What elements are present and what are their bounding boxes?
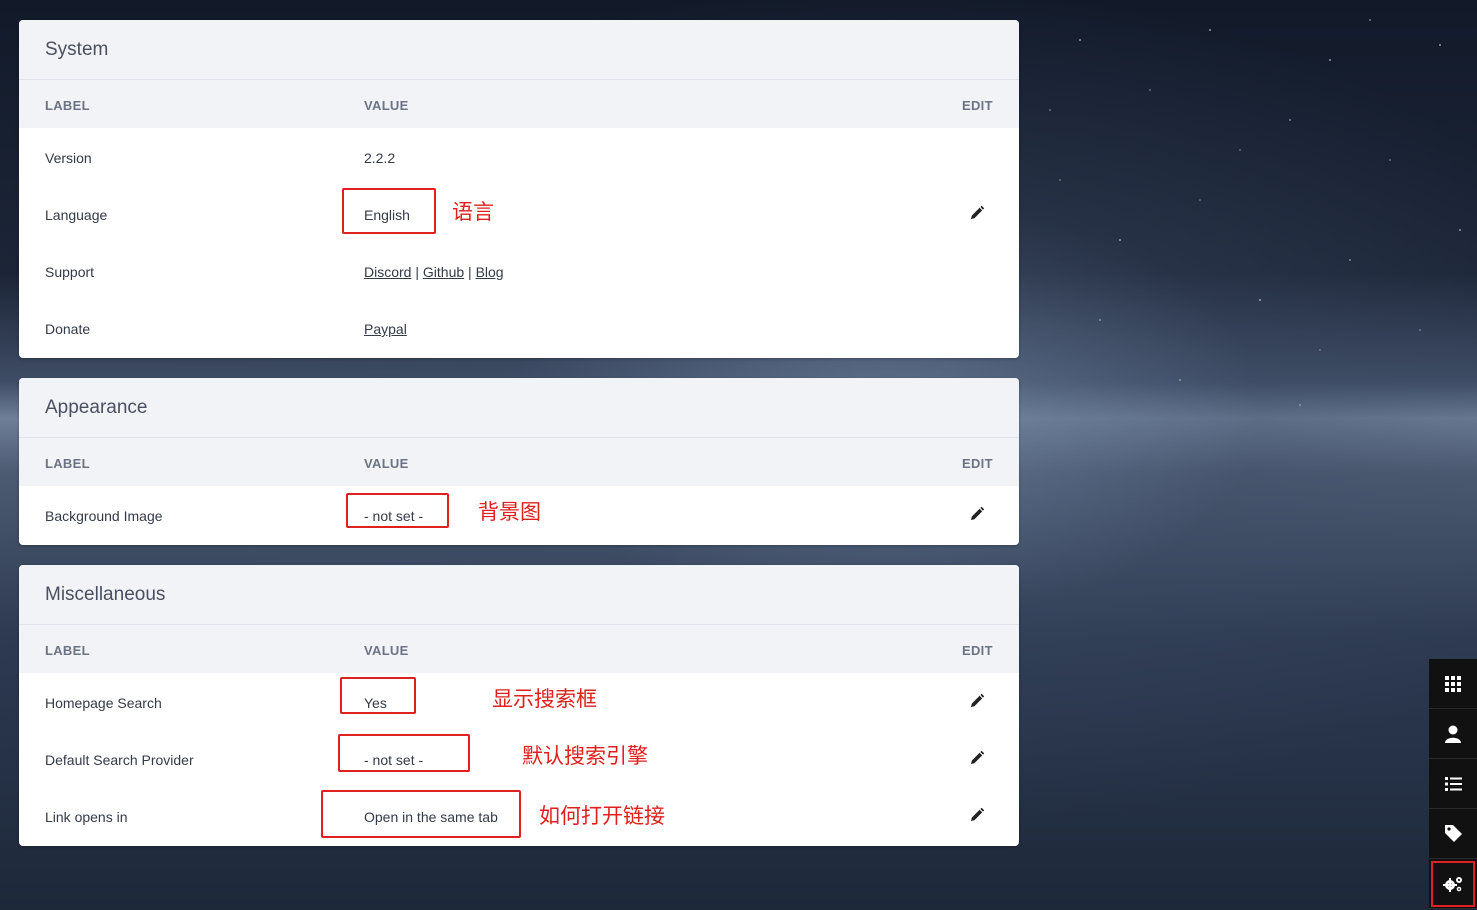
settings-row-version: Version 2.2.2 <box>19 128 1019 185</box>
value-column-header: VALUE <box>364 456 409 471</box>
label-column-header: LABEL <box>45 456 90 471</box>
link-separator: | <box>415 264 419 280</box>
column-header: LABEL VALUE EDIT <box>19 80 1019 128</box>
row-value: - not set - <box>364 508 424 524</box>
row-label: Link opens in <box>45 809 128 825</box>
settings-cogs-icon <box>1443 876 1462 892</box>
edit-pencil-icon[interactable] <box>969 807 985 823</box>
edit-pencil-icon[interactable] <box>969 750 985 766</box>
row-value: English <box>364 207 410 223</box>
paypal-link[interactable]: Paypal <box>364 321 407 337</box>
sidebar-button-list[interactable] <box>1429 759 1477 809</box>
label-column-header: LABEL <box>45 643 90 658</box>
row-label: Language <box>45 207 108 223</box>
panel-title: Miscellaneous <box>19 565 1019 625</box>
github-link[interactable]: Github <box>423 264 464 280</box>
annotation-note-background: 背景图 <box>478 500 541 524</box>
row-label: Version <box>45 150 92 166</box>
label-column-header: LABEL <box>45 98 90 113</box>
row-label: Default Search Provider <box>45 752 194 768</box>
system-panel: System LABEL VALUE EDIT Version 2.2.2 La… <box>19 20 1019 358</box>
grid-icon <box>1445 675 1461 692</box>
support-links: Discord | Github | Blog <box>364 264 504 280</box>
settings-row-default-search-provider: Default Search Provider - not set - <box>19 730 1019 787</box>
edit-column-header: EDIT <box>962 98 993 113</box>
column-header: LABEL VALUE EDIT <box>19 438 1019 486</box>
right-sidebar <box>1429 659 1477 909</box>
edit-column-header: EDIT <box>962 643 993 658</box>
link-separator: | <box>468 264 472 280</box>
discord-link[interactable]: Discord <box>364 264 411 280</box>
annotation-note-link-opens: 如何打开链接 <box>539 804 665 828</box>
value-column-header: VALUE <box>364 643 409 658</box>
annotation-note-language: 语言 <box>452 200 494 224</box>
row-label: Background Image <box>45 508 163 524</box>
row-value: Open in the same tab <box>364 809 498 825</box>
edit-column-header: EDIT <box>962 456 993 471</box>
value-column-header: VALUE <box>364 98 409 113</box>
row-value: - not set - <box>364 752 424 768</box>
edit-pencil-icon[interactable] <box>969 205 985 221</box>
row-value: Yes <box>364 695 387 711</box>
panel-title: System <box>19 20 1019 80</box>
user-icon <box>1445 725 1461 743</box>
column-header: LABEL VALUE EDIT <box>19 625 1019 673</box>
settings-row-link-opens-in: Link opens in Open in the same tab <box>19 787 1019 844</box>
annotation-note-homepage-search: 显示搜索框 <box>492 687 597 711</box>
row-value: 2.2.2 <box>364 150 396 166</box>
donate-value: Paypal <box>364 321 407 337</box>
row-label: Homepage Search <box>45 695 162 711</box>
blog-link[interactable]: Blog <box>476 264 504 280</box>
edit-pencil-icon[interactable] <box>969 693 985 709</box>
tag-icon <box>1444 825 1462 842</box>
sidebar-button-tags[interactable] <box>1429 809 1477 859</box>
row-label: Support <box>45 264 95 280</box>
settings-row-donate: Donate Paypal <box>19 299 1019 356</box>
list-icon <box>1444 776 1462 791</box>
annotation-note-search-provider: 默认搜索引擎 <box>522 744 648 768</box>
panel-title: Appearance <box>19 378 1019 438</box>
sidebar-button-users[interactable] <box>1429 709 1477 759</box>
settings-row-language: Language English <box>19 185 1019 242</box>
settings-row-support: Support Discord | Github | Blog <box>19 242 1019 299</box>
sidebar-button-settings[interactable] <box>1429 859 1477 909</box>
edit-pencil-icon[interactable] <box>969 506 985 522</box>
sidebar-button-apps[interactable] <box>1429 659 1477 709</box>
row-label: Donate <box>45 321 91 337</box>
